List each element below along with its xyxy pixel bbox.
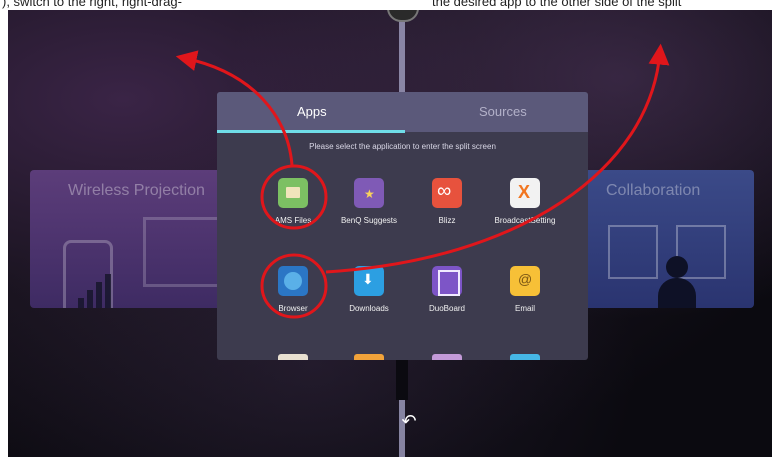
wireless-projection-card[interactable]: Wireless Projection <box>30 170 226 308</box>
app-benq-suggests[interactable]: BenQ Suggests <box>329 178 409 225</box>
active-tab-indicator <box>217 130 405 133</box>
app-broadcast-setting[interactable]: BroadcastSetting <box>485 178 565 225</box>
document-top-fragment: ), switch to the right, right-drag- the … <box>0 0 780 10</box>
downloads-icon <box>354 266 384 296</box>
bar-chart-illustration <box>78 272 114 308</box>
app-browser[interactable]: Browser <box>253 266 333 313</box>
app-label: Email <box>514 304 535 313</box>
person-silhouette <box>658 256 696 308</box>
tab-sources[interactable]: Sources <box>479 104 527 119</box>
display-screen: Wireless Projection Collaboration Apps S… <box>8 10 772 457</box>
app-duoboard[interactable]: DuoBoard <box>407 266 487 313</box>
email-icon <box>510 266 540 296</box>
collaboration-title: Collaboration <box>606 182 701 199</box>
ams-files-icon <box>278 178 308 208</box>
blizz-icon <box>432 178 462 208</box>
app-label: Browser <box>278 304 308 313</box>
divider-gap <box>396 355 408 400</box>
browser-icon <box>278 266 308 296</box>
benq-suggests-icon <box>354 178 384 208</box>
collaboration-card[interactable]: Collaboration <box>578 170 754 308</box>
app-label: AMS Files <box>274 216 312 225</box>
app-ams-files[interactable]: AMS Files <box>253 178 333 225</box>
app-selection-panel: Apps Sources Please select the applicati… <box>217 92 588 360</box>
app-downloads[interactable]: Downloads <box>329 266 409 313</box>
broadcast-setting-icon <box>510 178 540 208</box>
split-screen-stage: ), switch to the right, right-drag- the … <box>0 0 780 457</box>
app-peek-3[interactable] <box>432 354 462 360</box>
top-fragment-right: the desired app to the other side of the… <box>432 0 682 9</box>
app-peek-4[interactable] <box>510 354 540 360</box>
app-peek-2[interactable] <box>354 354 384 360</box>
app-blizz[interactable]: Blizz <box>407 178 487 225</box>
top-fragment-left: ), switch to the right, right-drag- <box>2 0 182 9</box>
app-label: Blizz <box>438 216 456 225</box>
tab-apps[interactable]: Apps <box>297 104 327 119</box>
app-label: BroadcastSetting <box>494 216 556 225</box>
app-label: BenQ Suggests <box>340 216 398 225</box>
monitor-illustration <box>143 217 226 287</box>
back-arrow-icon[interactable]: ↶ <box>399 410 419 432</box>
app-email[interactable]: Email <box>485 266 565 313</box>
app-label: DuoBoard <box>428 304 466 313</box>
app-peek-1[interactable] <box>278 354 308 360</box>
split-screen-prompt: Please select the application to enter t… <box>309 142 496 151</box>
wireless-projection-title: Wireless Projection <box>68 182 205 199</box>
panel-tabs: Apps Sources <box>217 92 588 133</box>
board-illustration-left <box>608 225 658 279</box>
duoboard-icon <box>432 266 462 296</box>
app-label: Downloads <box>349 304 389 313</box>
divider-handle[interactable] <box>387 10 419 22</box>
